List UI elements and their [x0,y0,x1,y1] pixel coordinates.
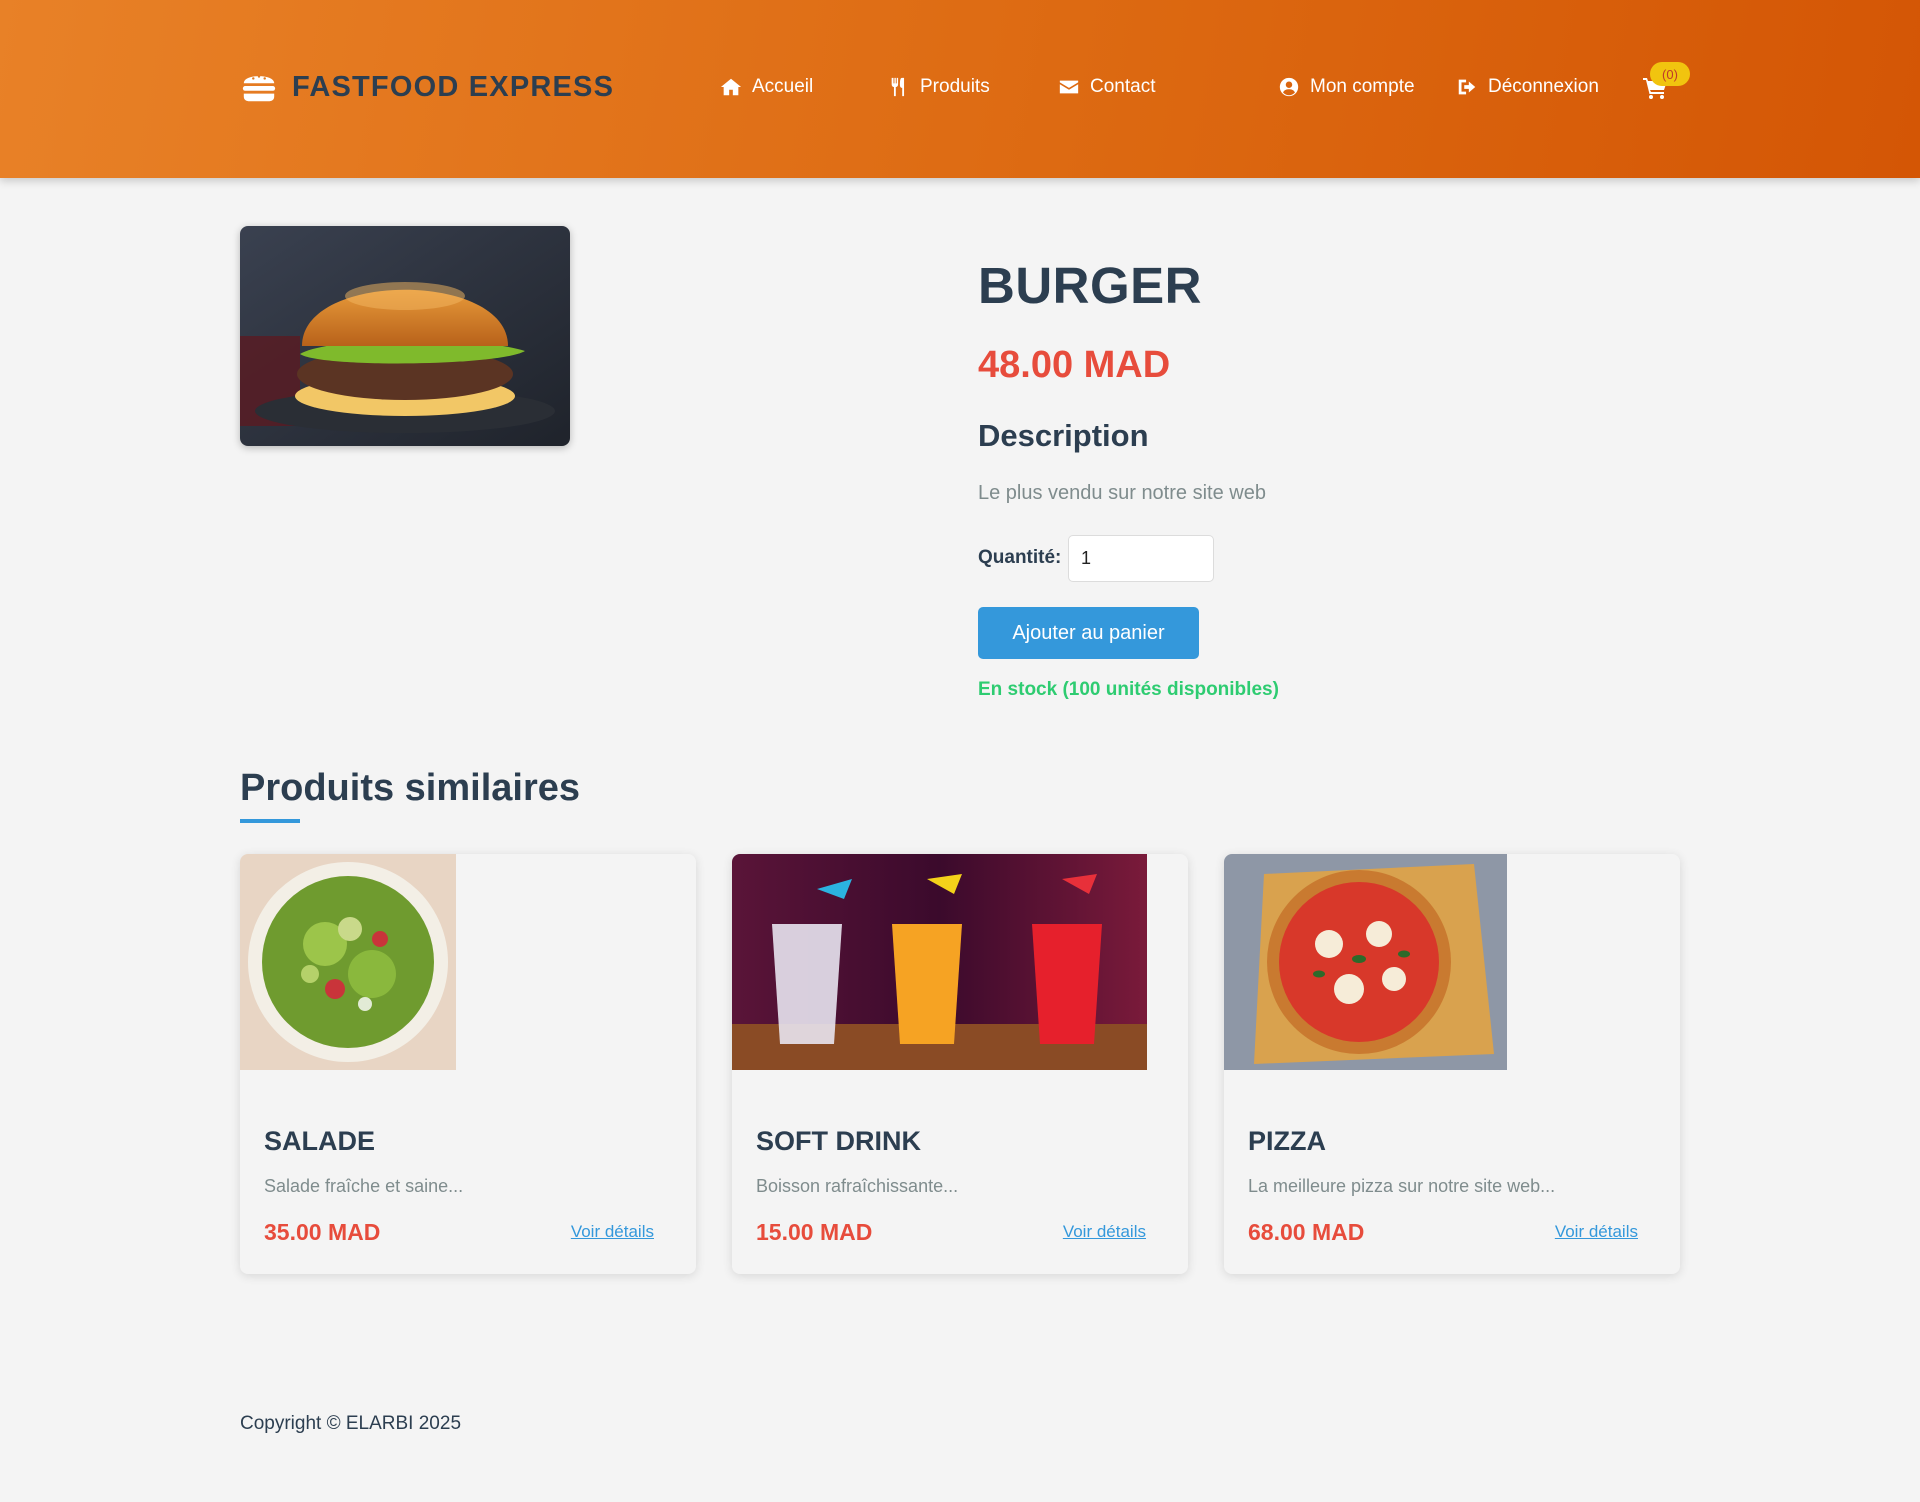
nav-contact-label: Contact [1090,76,1156,97]
quantity-input[interactable] [1068,535,1214,582]
nav-logout-link[interactable]: Déconnexion [1456,76,1599,98]
product-image-soft-drink [732,854,1147,1070]
description-heading: Description [978,418,1149,453]
quantity-label: Quantité: [978,547,1062,568]
product-description: Le plus vendu sur notre site web [978,482,1266,504]
nav-home-label: Accueil [752,76,814,97]
heading-underline [240,819,300,823]
card-price: 68.00 MAD [1248,1219,1365,1245]
similar-products-heading: Produits similaires [240,767,581,809]
card-description: Salade fraîche et saine... [264,1176,464,1196]
nav-account-link[interactable]: Mon compte [1278,76,1415,98]
product-card[interactable]: PIZZA La meilleure pizza sur notre site … [1224,854,1680,1274]
nav-logout-label: Déconnexion [1488,76,1599,97]
stock-status: En stock (100 unités disponibles) [978,679,1279,700]
card-title: SOFT DRINK [756,1126,921,1156]
nav-products-label: Produits [920,76,990,97]
utensils-icon [891,77,905,97]
product-image-salad [240,854,456,1070]
nav-home-link[interactable]: Accueil [720,76,813,98]
product-image-burger [240,226,570,446]
cart-count-badge: (0) [1650,62,1690,86]
product-card[interactable]: SOFT DRINK Boisson rafraîchissante... 15… [732,854,1188,1274]
view-details-link[interactable]: Voir détails [571,1222,654,1242]
sign-out-icon [1458,79,1476,95]
product-card[interactable]: SALADE Salade fraîche et saine... 35.00 … [240,854,696,1274]
nav-account-label: Mon compte [1310,76,1415,97]
logo[interactable]: FASTFOOD EXPRESS [240,68,614,106]
site-header: FASTFOOD EXPRESS Accueil Produits Contac… [0,0,1920,178]
card-description: La meilleure pizza sur notre site web... [1248,1176,1556,1196]
view-details-link[interactable]: Voir détails [1555,1222,1638,1242]
add-to-cart-button[interactable]: Ajouter au panier [978,607,1199,659]
card-title: PIZZA [1248,1126,1326,1156]
card-price: 35.00 MAD [264,1219,381,1245]
card-description: Boisson rafraîchissante... [756,1176,959,1196]
brand-name: FASTFOOD EXPRESS [292,70,615,103]
product-title: BURGER [978,257,1203,314]
card-price: 15.00 MAD [756,1219,873,1245]
nav-products-link[interactable]: Produits [888,76,990,98]
envelope-icon [1059,80,1079,94]
footer-copyright: Copyright © ELARBI 2025 [240,1413,462,1434]
nav-contact-link[interactable]: Contact [1058,76,1155,98]
user-circle-icon [1279,77,1299,97]
home-icon [720,78,742,96]
product-price: 48.00 MAD [978,344,1171,386]
product-image-pizza [1224,854,1507,1070]
view-details-link[interactable]: Voir détails [1063,1222,1146,1242]
card-title: SALADE [264,1126,376,1156]
burger-icon [242,75,276,102]
